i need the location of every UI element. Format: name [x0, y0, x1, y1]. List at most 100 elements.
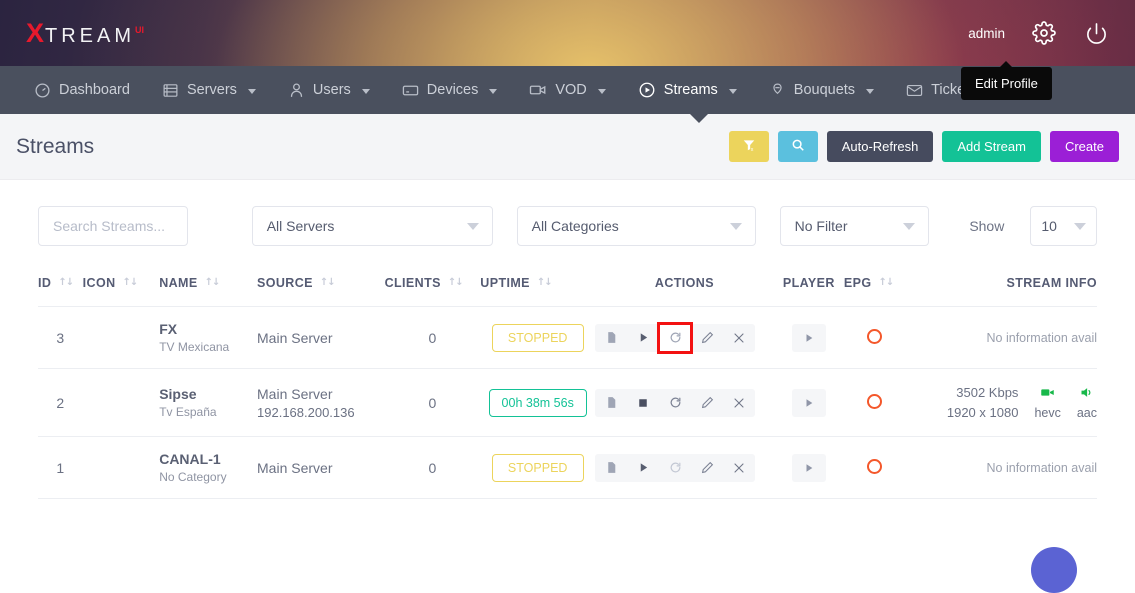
power-icon[interactable]: [1083, 20, 1109, 46]
streams-panel: All Servers All Categories No Filter Sho…: [16, 180, 1119, 566]
add-stream-button[interactable]: Add Stream: [942, 131, 1041, 162]
column-label: CLIENTS: [385, 276, 441, 290]
search-input-wrapper[interactable]: [38, 206, 188, 246]
current-user-label[interactable]: admin: [968, 26, 1005, 41]
table-row[interactable]: 3 FX TV Mexicana Main Server 0 STOPPED: [38, 307, 1097, 369]
player-play-icon[interactable]: [792, 324, 826, 352]
stop-icon[interactable]: [627, 389, 659, 417]
servers-select-value: All Servers: [267, 218, 335, 234]
player-play-icon[interactable]: [792, 389, 826, 417]
column-label: NAME: [159, 276, 197, 290]
tickets-icon: [906, 82, 923, 99]
streams-icon: [638, 81, 656, 99]
column-header-source[interactable]: SOURCE↑↓: [257, 266, 385, 307]
cell-icon: [83, 437, 160, 499]
column-header-id[interactable]: ID ↑↓: [38, 266, 83, 307]
sort-icon[interactable]: ↑↓: [320, 278, 335, 288]
sort-icon[interactable]: ↑↓: [205, 278, 220, 288]
delete-icon[interactable]: [723, 389, 755, 417]
nav-label: Users: [313, 82, 351, 98]
duplicate-icon[interactable]: [595, 324, 627, 352]
column-label: PLAYER: [783, 276, 835, 290]
player-play-icon[interactable]: [792, 454, 826, 482]
video-codec-block: hevc: [1034, 385, 1060, 420]
sort-icon[interactable]: ↑↓: [879, 278, 894, 288]
cell-actions: [595, 369, 774, 437]
search-input[interactable]: [53, 218, 173, 234]
nav-item-users[interactable]: Users: [272, 66, 386, 114]
stream-resolution: 1920 x 1080: [947, 403, 1019, 423]
duplicate-icon[interactable]: [595, 389, 627, 417]
epg-status-icon[interactable]: [867, 394, 882, 409]
cell-clients: 0: [385, 437, 481, 499]
floating-action-button[interactable]: [1031, 547, 1077, 593]
sort-icon[interactable]: ↑↓: [537, 278, 552, 288]
column-header-name[interactable]: NAME ↑↓: [159, 266, 257, 307]
edit-icon[interactable]: [691, 389, 723, 417]
cell-uptime: STOPPED: [480, 437, 595, 499]
table-row[interactable]: 2 Sipse Tv España Main Server 192.168.20…: [38, 369, 1097, 437]
cell-icon: [83, 307, 160, 369]
bouquets-icon: [769, 82, 786, 99]
table-row[interactable]: 1 CANAL-1 No Category Main Server 0 STOP…: [38, 437, 1097, 499]
column-header-epg[interactable]: EPG↑↓: [844, 266, 906, 307]
nav-label: Servers: [187, 82, 237, 98]
sort-icon[interactable]: ↑↓: [123, 278, 138, 288]
filter-clear-button[interactable]: x: [729, 131, 769, 162]
chevron-down-icon: [467, 223, 479, 230]
sort-icon[interactable]: ↑↓: [448, 278, 463, 288]
categories-select-value: All Categories: [532, 218, 619, 234]
stream-info-empty: No information avail: [906, 461, 1097, 475]
cell-actions: [595, 437, 774, 499]
epg-status-icon[interactable]: [867, 459, 882, 474]
source-address: 192.168.200.136: [257, 405, 385, 420]
users-icon: [288, 82, 305, 99]
auto-refresh-button[interactable]: Auto-Refresh: [827, 131, 934, 162]
servers-select[interactable]: All Servers: [252, 206, 493, 246]
cell-id: 2: [38, 369, 83, 437]
chevron-down-icon: [248, 89, 256, 94]
edit-icon[interactable]: [691, 324, 723, 352]
column-header-clients[interactable]: CLIENTS ↑↓: [385, 266, 481, 307]
nav-item-streams[interactable]: Streams: [622, 66, 753, 114]
stream-bitrate: 3502 Kbps: [947, 383, 1019, 403]
nav-label: Bouquets: [794, 82, 855, 98]
nav-item-vod[interactable]: VOD: [513, 66, 621, 114]
source-name: Main Server: [257, 386, 385, 402]
sort-icon[interactable]: ↑↓: [58, 278, 73, 288]
column-label: ID: [38, 276, 51, 290]
column-header-uptime[interactable]: UPTIME↑↓: [480, 266, 595, 307]
nav-label: Streams: [664, 82, 718, 98]
cell-stream-info: No information avail: [906, 437, 1097, 499]
nav-item-dashboard[interactable]: Dashboard: [18, 66, 146, 114]
app-logo[interactable]: XTREAMUI: [26, 18, 144, 49]
chevron-down-icon: [866, 89, 874, 94]
duplicate-icon[interactable]: [595, 454, 627, 482]
cell-epg: [844, 369, 906, 437]
nav-item-bouquets[interactable]: Bouquets: [753, 66, 890, 114]
restart-icon[interactable]: [659, 454, 691, 482]
restart-icon[interactable]: [659, 324, 691, 352]
chevron-down-icon: [598, 89, 606, 94]
start-icon[interactable]: [627, 454, 659, 482]
delete-icon[interactable]: [723, 324, 755, 352]
delete-icon[interactable]: [723, 454, 755, 482]
categories-select[interactable]: All Categories: [517, 206, 756, 246]
column-header-icon[interactable]: ICON↑↓: [83, 266, 160, 307]
epg-status-icon[interactable]: [867, 329, 882, 344]
chevron-down-icon: [362, 89, 370, 94]
search-button[interactable]: [778, 131, 818, 162]
page-size-value: 10: [1041, 218, 1057, 234]
gear-icon[interactable]: [1031, 20, 1057, 46]
chevron-down-icon: [1074, 223, 1086, 230]
source-name: Main Server: [257, 330, 385, 346]
create-button[interactable]: Create: [1050, 131, 1119, 162]
page-size-select[interactable]: 10: [1030, 206, 1097, 246]
nav-item-devices[interactable]: Devices: [386, 66, 514, 114]
cell-actions: [595, 307, 774, 369]
status-filter-select[interactable]: No Filter: [780, 206, 930, 246]
edit-icon[interactable]: [691, 454, 723, 482]
nav-item-servers[interactable]: Servers: [146, 66, 272, 114]
restart-icon[interactable]: [659, 389, 691, 417]
start-icon[interactable]: [627, 324, 659, 352]
